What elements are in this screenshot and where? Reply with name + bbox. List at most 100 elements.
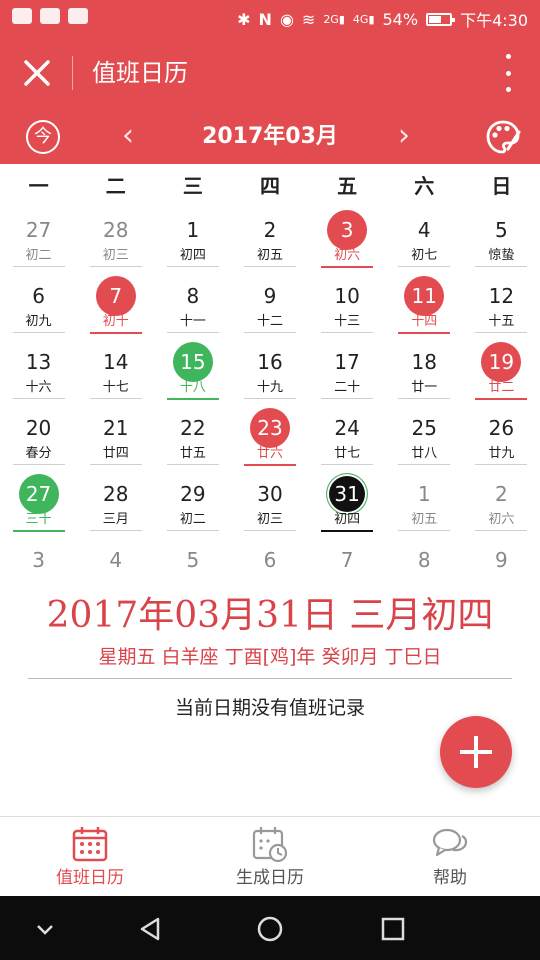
weekday-label: 三 — [182, 174, 203, 198]
day-number: 9 — [263, 284, 277, 308]
lunar-date-label: 初九 — [12, 314, 65, 333]
app-bar-divider — [72, 56, 73, 90]
calendar-day-cell[interactable]: 28 初三 — [77, 208, 154, 274]
calendar-day-cell[interactable]: 27 初二 — [0, 208, 77, 274]
month-navigation: 今 ‹ 2017年03月 › — [0, 110, 540, 164]
lunar-date-label: 初六 — [475, 512, 528, 531]
lunar-date-label: 二十 — [321, 380, 374, 399]
calendar-day-cell[interactable]: 4 初七 — [386, 208, 463, 274]
add-duty-button[interactable] — [440, 716, 512, 788]
nav-home-button[interactable] — [255, 914, 285, 944]
lunar-date-label: 初十 — [89, 314, 142, 334]
lunar-date-label: 廿四 — [89, 446, 142, 465]
calendar-day-cell[interactable]: 5 惊蛰 — [463, 208, 540, 274]
calendar-day-cell[interactable]: 14 十七 — [77, 340, 154, 406]
signal-4g-icon: 4G▮ — [352, 12, 375, 26]
calendar-day-cell[interactable]: 30 初三 — [231, 472, 308, 538]
lunar-date-label: 十二 — [243, 314, 296, 333]
calendar-day-cell[interactable]: 9 十二 — [231, 274, 308, 340]
tab-generate-calendar[interactable]: 生成日历 — [180, 817, 360, 896]
calendar-day-cell[interactable]: 3 — [0, 538, 77, 584]
calendar-day-cell[interactable]: 5 — [154, 538, 231, 584]
lunar-date-label: 三月 — [89, 512, 142, 531]
tab-duty-calendar[interactable]: 值班日历 — [0, 817, 180, 896]
calendar-day-cell[interactable]: 7 初十 — [77, 274, 154, 340]
calendar-day-cell[interactable]: 9 — [463, 538, 540, 584]
calendar-day-cell[interactable]: 10 十三 — [309, 274, 386, 340]
calendar-day-cell[interactable]: 28 三月 — [77, 472, 154, 538]
next-month-button[interactable]: › — [398, 118, 410, 154]
calendar-day-cell[interactable]: 12 十五 — [463, 274, 540, 340]
calendar-day-cell[interactable]: 24 廿七 — [309, 406, 386, 472]
current-month-label[interactable]: 2017年03月 — [170, 120, 370, 154]
calendar-day-cell[interactable]: 6 初九 — [0, 274, 77, 340]
calendar-day-cell[interactable]: 16 十九 — [231, 340, 308, 406]
nav-recents-button[interactable] — [378, 914, 408, 944]
lunar-date-label: 十五 — [475, 314, 528, 333]
calendar-day-cell[interactable]: 22 廿五 — [154, 406, 231, 472]
home-circle-icon — [257, 916, 283, 942]
calendar-day-cell[interactable]: 2 初六 — [463, 472, 540, 538]
calendar-day-cell[interactable]: 29 初二 — [154, 472, 231, 538]
day-number: 4 — [109, 548, 123, 572]
calendar-day-cell[interactable]: 26 廿九 — [463, 406, 540, 472]
calendar-day-cell[interactable]: 25 廿八 — [386, 406, 463, 472]
nav-back-button[interactable] — [136, 914, 166, 944]
calendar-day-cell[interactable]: 2 初五 — [231, 208, 308, 274]
lunar-date-label: 春分 — [12, 446, 65, 465]
app-bar: 值班日历 — [0, 36, 540, 110]
today-button[interactable]: 今 — [26, 120, 60, 154]
calendar-day-cell[interactable]: 1 初五 — [386, 472, 463, 538]
tab-help[interactable]: 帮助 — [360, 817, 540, 896]
calendar-day-cell[interactable]: 23 廿六 — [231, 406, 308, 472]
more-options-button[interactable] — [498, 54, 518, 92]
calendar-day-cell[interactable]: 8 十一 — [154, 274, 231, 340]
day-number: 28 — [102, 482, 129, 506]
lunar-date-label: 初四 — [321, 512, 374, 532]
day-number: 8 — [186, 284, 200, 308]
weekday-label: 二 — [105, 174, 126, 198]
divider — [28, 678, 512, 679]
more-dot-icon — [505, 87, 511, 92]
day-number: 28 — [102, 218, 129, 242]
calendar-day-cell[interactable]: 4 — [77, 538, 154, 584]
calendar-day-cell[interactable]: 27 三十 — [0, 472, 77, 538]
day-number: 16 — [257, 350, 283, 374]
calendar-day-cell[interactable]: 1 初四 — [154, 208, 231, 274]
calendar-day-cell[interactable]: 7 — [309, 538, 386, 584]
calendar-day-cell[interactable]: 19 廿二 — [463, 340, 540, 406]
nav-collapse-button[interactable] — [30, 914, 60, 944]
calendar-day-cell[interactable]: 11 十四 — [386, 274, 463, 340]
lunar-date-label: 廿二 — [475, 380, 528, 400]
lunar-date-label: 初二 — [12, 248, 65, 267]
signal-2g-icon: 2G▮ — [323, 12, 345, 26]
day-number: 20 — [25, 416, 52, 440]
calendar-day-cell[interactable]: 8 — [386, 538, 463, 584]
calendar-day-cell[interactable]: 20 春分 — [0, 406, 77, 472]
day-number: 30 — [257, 482, 283, 506]
calendar-day-cell[interactable]: 3 初六 — [309, 208, 386, 274]
calendar-day-cell[interactable]: 31 初四 — [309, 472, 386, 538]
calendar-day-cell[interactable]: 21 廿四 — [77, 406, 154, 472]
calendar-day-cell[interactable]: 18 廿一 — [386, 340, 463, 406]
calendar-day-cell[interactable]: 15 十八 — [154, 340, 231, 406]
theme-palette-button[interactable] — [484, 118, 522, 156]
previous-month-button[interactable]: ‹ — [122, 118, 134, 154]
day-number: 15 — [172, 342, 213, 382]
weekday-label: 六 — [414, 174, 435, 198]
day-number: 3 — [327, 210, 368, 250]
close-icon — [24, 60, 50, 86]
day-number: 13 — [25, 350, 52, 374]
calendar-day-cell[interactable]: 6 — [231, 538, 308, 584]
calendar-day-cell[interactable]: 17 二十 — [309, 340, 386, 406]
mail-icon — [40, 8, 60, 24]
day-number: 5 — [186, 548, 200, 572]
more-dot-icon — [505, 54, 511, 59]
calendar-day-cell[interactable]: 13 十六 — [0, 340, 77, 406]
day-number: 31 — [327, 474, 368, 514]
lunar-date-label: 廿七 — [321, 446, 374, 465]
close-button[interactable] — [20, 56, 54, 90]
tab-label: 生成日历 — [236, 868, 304, 888]
day-number: 1 — [186, 218, 200, 242]
weekday-label: 四 — [259, 174, 280, 198]
